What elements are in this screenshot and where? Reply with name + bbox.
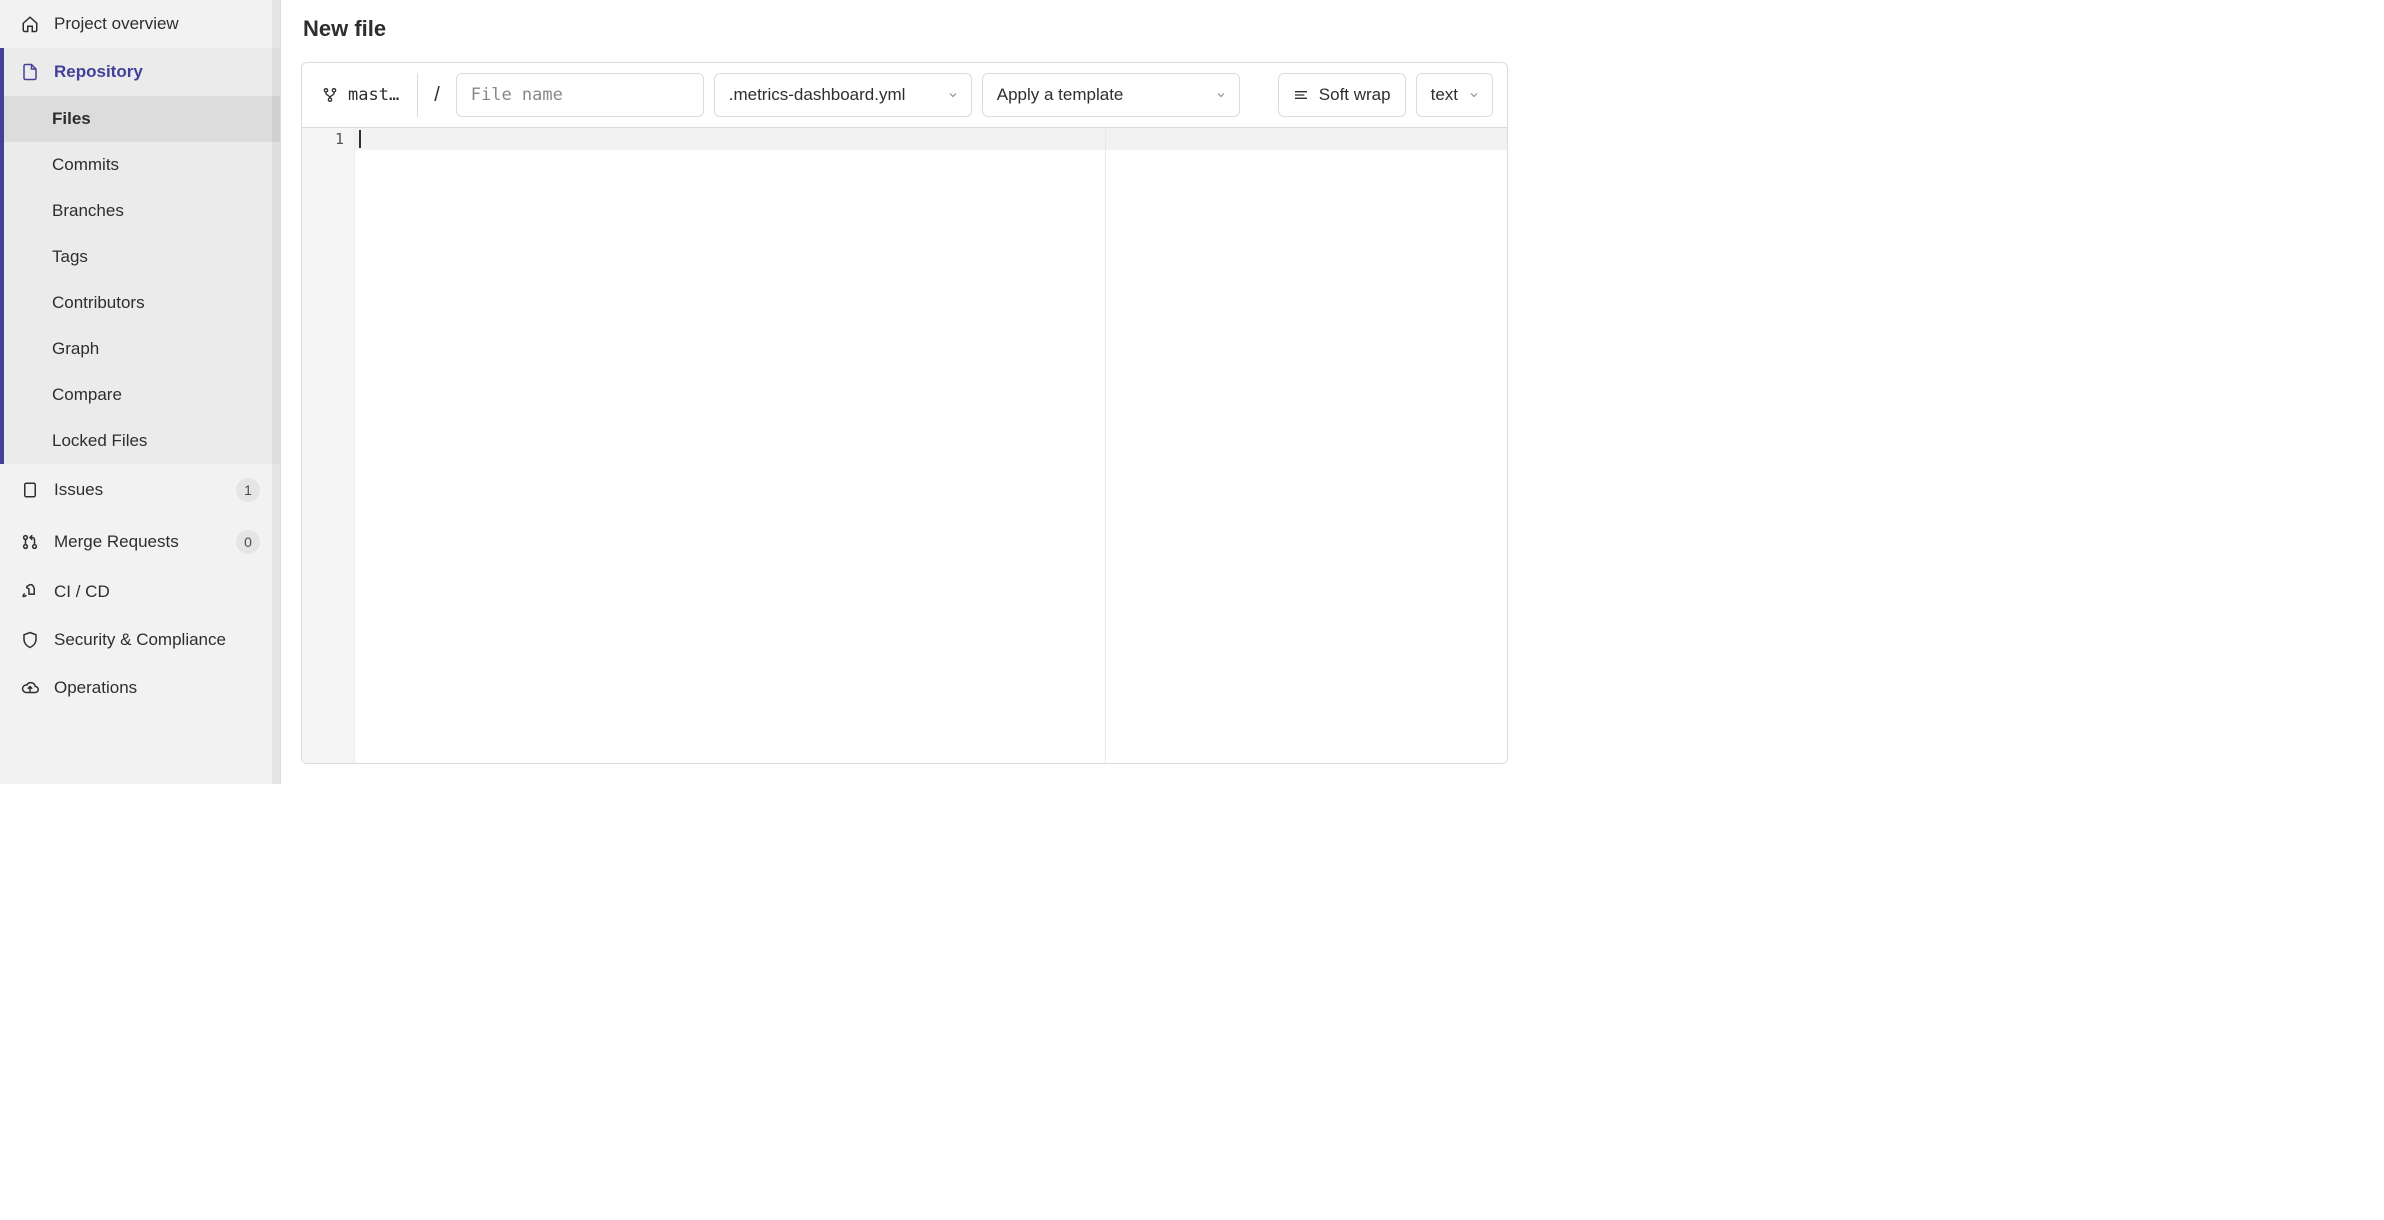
subnav-files[interactable]: Files	[4, 96, 280, 142]
nav-merge-requests[interactable]: Merge Requests 0	[0, 516, 280, 568]
subnav-contributors[interactable]: Contributors	[4, 280, 280, 326]
cursor	[359, 130, 361, 148]
nav-label: Merge Requests	[54, 532, 179, 552]
branch-name: mast…	[348, 85, 399, 105]
subnav-tags[interactable]: Tags	[4, 234, 280, 280]
editor-toolbar: mast… / .metrics-dashboard.yml Apply a t…	[302, 63, 1507, 128]
dropdown-value: .metrics-dashboard.yml	[729, 85, 906, 105]
apply-template-dropdown[interactable]: Apply a template	[982, 73, 1240, 117]
line-number: 1	[302, 130, 344, 148]
code-editor[interactable]: 1	[302, 128, 1507, 763]
nav-label: Operations	[54, 678, 137, 698]
nav-ci-cd[interactable]: CI / CD	[0, 568, 280, 616]
shield-icon	[20, 630, 40, 650]
nav-label: Issues	[54, 480, 103, 500]
soft-wrap-label: Soft wrap	[1319, 85, 1391, 105]
branch-icon	[322, 87, 338, 103]
nav-label: Security & Compliance	[54, 630, 226, 650]
nav-project-overview[interactable]: Project overview	[0, 0, 280, 48]
nav-label: Project overview	[54, 14, 179, 34]
mr-count-badge: 0	[236, 530, 260, 554]
syntax-dropdown[interactable]: text	[1416, 73, 1493, 117]
soft-wrap-button[interactable]: Soft wrap	[1278, 73, 1406, 117]
nav-security[interactable]: Security & Compliance	[0, 616, 280, 664]
dropdown-value: Apply a template	[997, 85, 1124, 105]
repository-subnav: Files Commits Branches Tags Contributors…	[0, 96, 280, 464]
subnav-branches[interactable]: Branches	[4, 188, 280, 234]
path-separator: /	[428, 84, 446, 107]
rocket-icon	[20, 582, 40, 602]
page-title: New file	[301, 16, 1508, 42]
line-gutter: 1	[302, 128, 355, 763]
branch-selector[interactable]: mast…	[302, 73, 418, 117]
issues-icon	[20, 480, 40, 500]
template-type-dropdown[interactable]: .metrics-dashboard.yml	[714, 73, 972, 117]
chevron-down-icon	[947, 89, 959, 101]
nav-repository[interactable]: Repository	[0, 48, 280, 96]
nav-label: Repository	[54, 62, 143, 82]
issues-count-badge: 1	[236, 478, 260, 502]
merge-request-icon	[20, 532, 40, 552]
subnav-compare[interactable]: Compare	[4, 372, 280, 418]
code-area[interactable]	[355, 128, 1507, 763]
file-icon	[20, 62, 40, 82]
editor-panel: mast… / .metrics-dashboard.yml Apply a t…	[301, 62, 1508, 764]
sidebar: Project overview Repository Files Commit…	[0, 0, 281, 784]
subnav-commits[interactable]: Commits	[4, 142, 280, 188]
subnav-graph[interactable]: Graph	[4, 326, 280, 372]
chevron-down-icon	[1468, 89, 1480, 101]
nav-label: CI / CD	[54, 582, 110, 602]
nav-operations[interactable]: Operations	[0, 664, 280, 712]
current-line-highlight	[355, 128, 1507, 150]
filename-input[interactable]	[456, 73, 704, 117]
print-margin	[1105, 128, 1106, 763]
chevron-down-icon	[1215, 89, 1227, 101]
main-content: New file mast… / .metrics-dashboard.yml …	[281, 0, 1528, 784]
cloud-up-icon	[20, 678, 40, 698]
home-icon	[20, 14, 40, 34]
dropdown-value: text	[1431, 85, 1458, 105]
subnav-locked-files[interactable]: Locked Files	[4, 418, 280, 464]
wrap-icon	[1293, 87, 1309, 103]
nav-issues[interactable]: Issues 1	[0, 464, 280, 516]
